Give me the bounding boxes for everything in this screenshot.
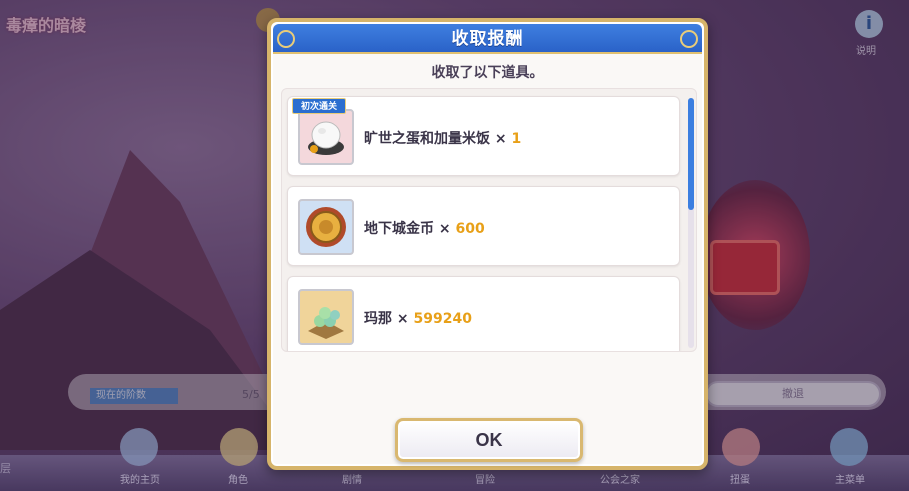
dungeon-coin-icon — [298, 199, 354, 255]
dialog-subtitle: 收取了以下道具。 — [431, 65, 544, 81]
reward-item-times: × — [494, 131, 507, 147]
reward-item-label: 旷世之蛋和加量米饭 × 1 — [364, 128, 521, 148]
reward-dialog: 收取报酬 收取了以下道具。 初次通关 旷世之蛋和加量米饭 × 1 地下城金币 ×… — [267, 18, 708, 470]
first-clear-badge: 初次通关 — [292, 98, 347, 114]
reward-item-quantity: 1 — [511, 131, 522, 147]
scrollbar[interactable] — [688, 98, 694, 348]
rice-bowl-icon — [298, 109, 354, 165]
reward-item: 初次通关 旷世之蛋和加量米饭 × 1 — [287, 96, 680, 176]
reward-item-quantity: 599240 — [413, 311, 472, 327]
reward-item-times: × — [396, 311, 409, 327]
reward-item-label: 地下城金币 × 600 — [364, 218, 485, 238]
reward-item-name: 玛那 — [364, 311, 392, 327]
ok-button[interactable]: OK — [395, 418, 583, 462]
dialog-header: 收取报酬 — [273, 24, 702, 54]
reward-list[interactable]: 初次通关 旷世之蛋和加量米饭 × 1 地下城金币 × 600 玛那 × 5992… — [281, 88, 697, 352]
dialog-title: 收取报酬 — [451, 29, 524, 49]
reward-item: 地下城金币 × 600 — [287, 186, 680, 266]
reward-item-name: 旷世之蛋和加量米饭 — [364, 131, 490, 147]
reward-item: 玛那 × 599240 — [287, 276, 680, 351]
mana-icon — [298, 289, 354, 345]
scrollbar-thumb[interactable] — [688, 98, 694, 210]
reward-item-name: 地下城金币 — [364, 221, 434, 237]
reward-item-label: 玛那 × 599240 — [364, 308, 472, 328]
reward-item-quantity: 600 — [455, 221, 485, 237]
reward-item-times: × — [438, 221, 451, 237]
